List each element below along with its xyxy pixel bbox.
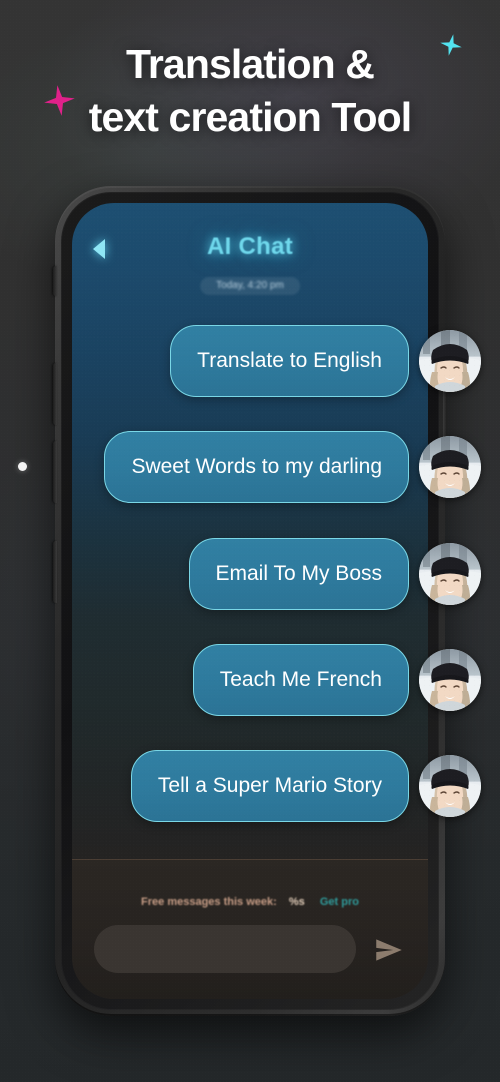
message-row: Teach Me French: [91, 644, 481, 716]
avatar: [419, 755, 481, 817]
decorative-dot: [18, 462, 27, 471]
avatar: [419, 436, 481, 498]
message-input[interactable]: [94, 925, 356, 973]
message-bubble[interactable]: Sweet Words to my darling: [104, 431, 409, 503]
avatar: [419, 543, 481, 605]
get-pro-link[interactable]: Get pro: [320, 896, 359, 908]
sparkle-cyan-icon: [438, 32, 464, 58]
page-title: Translation & text creation Tool: [0, 38, 500, 144]
avatar: [419, 649, 481, 711]
phone-silent-switch[interactable]: [53, 266, 57, 296]
chat-timestamp-pill: Today, 4:20 pm: [200, 277, 300, 295]
message-bubble[interactable]: Email To My Boss: [188, 538, 409, 610]
composer-bar: Free messages this week: %s Get pro: [72, 859, 428, 999]
avatar: [419, 330, 481, 392]
chat-title: AI Chat: [206, 233, 294, 260]
free-messages-status: Free messages this week: %s Get pro: [72, 896, 428, 908]
phone-volume-down-button[interactable]: [53, 441, 57, 503]
message-bubble[interactable]: Translate to English: [170, 325, 409, 397]
message-row: Tell a Super Mario Story: [91, 750, 481, 822]
chat-header: AI Chat Today, 4:20 pm: [72, 203, 428, 311]
message-row: Email To My Boss: [91, 538, 481, 610]
message-bubble[interactable]: Teach Me French: [192, 644, 409, 716]
promo-screenshot: Translation & text creation Tool AI Chat…: [0, 0, 500, 1082]
message-row: Sweet Words to my darling: [91, 431, 481, 503]
message-row: Translate to English: [91, 325, 481, 397]
phone-side-button-extra[interactable]: [53, 541, 57, 603]
sparkle-pink-icon: [42, 83, 77, 118]
free-messages-label: Free messages this week:: [141, 896, 277, 908]
headline-line-1: Translation &: [125, 41, 375, 87]
message-bubble[interactable]: Tell a Super Mario Story: [130, 750, 409, 822]
free-messages-count: %s: [288, 896, 305, 908]
phone-volume-up-button[interactable]: [53, 363, 57, 425]
send-paper-plane-icon[interactable]: [372, 933, 406, 967]
